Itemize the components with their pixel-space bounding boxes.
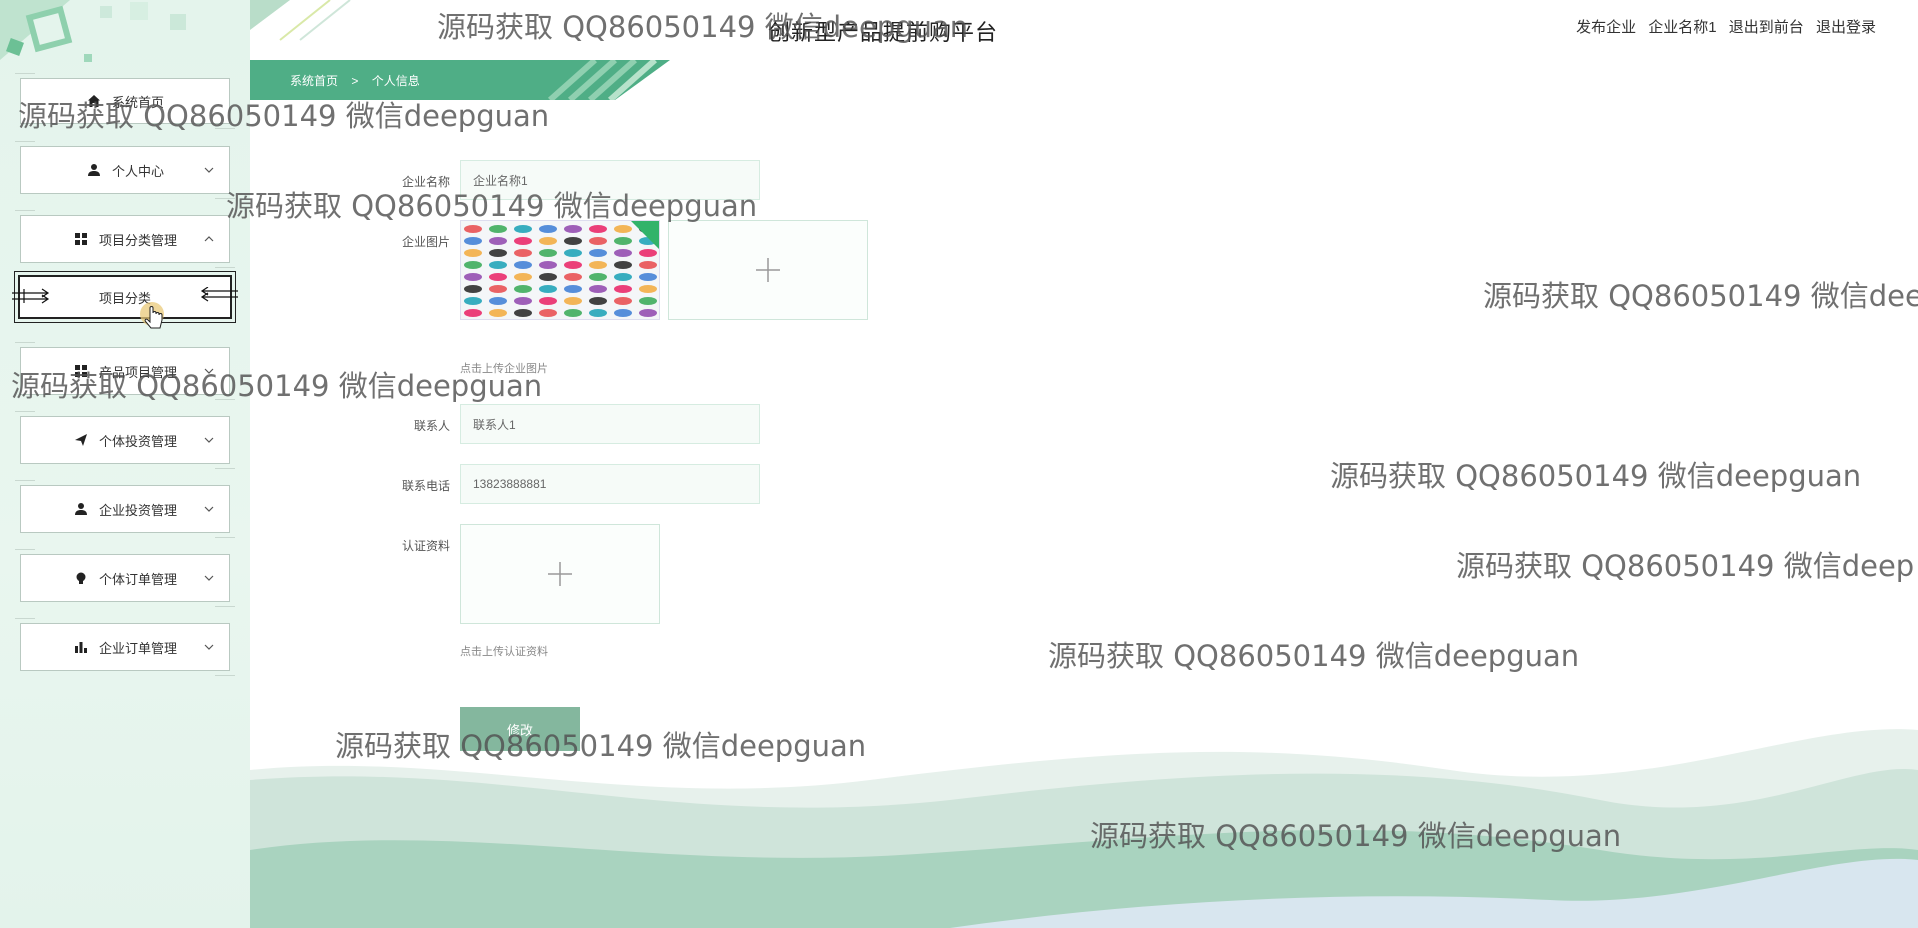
submit-button[interactable]: 修改 (460, 707, 580, 751)
chevron-down-icon (204, 437, 214, 443)
watermark: 源码获取 QQ86050149 微信deepguan (1048, 639, 1580, 673)
contact-input[interactable] (460, 404, 760, 444)
certification-hint: 点击上传认证资料 (460, 646, 548, 658)
plus-icon (756, 258, 780, 282)
user-icon (73, 501, 89, 517)
phone-input[interactable] (460, 464, 760, 504)
sidebar-item-label: 个人中心 (111, 163, 164, 179)
company-image-hint: 点击上传企业图片 (460, 363, 548, 375)
company-image-upload-button[interactable] (668, 220, 868, 320)
chevron-down-icon (204, 167, 214, 173)
top-bar: 创新型产品提前购平台 发布企业 企业名称1 退出到前台 退出登录 (250, 0, 1918, 55)
arrow-right-icon (12, 288, 50, 304)
chevron-down-icon (204, 644, 214, 650)
sidebar-item-label: 企业订单管理 (98, 640, 177, 656)
watermark: 源码获取 QQ86050149 微信dee (1483, 279, 1918, 313)
sidebar-item-individual-investment[interactable]: 个体投资管理 (15, 411, 235, 469)
sidebar-item-label: 个体投资管理 (98, 433, 177, 449)
arrow-left-icon (200, 287, 238, 302)
bulb-icon (73, 570, 89, 586)
header-stripes-decoration (250, 0, 351, 41)
breadcrumb-home[interactable]: 系统首页 (290, 74, 338, 88)
grid-icon (73, 231, 89, 247)
sidebar-menu: 系统首页 个人中心 项目分类管理 项目分类 产品项目管理 个体投资管理 企业投资… (12, 73, 238, 692)
sidebar-item-category-management[interactable]: 项目分类管理 (15, 210, 235, 268)
upload-success-badge (631, 221, 659, 249)
watermark: 源码获取 QQ86050149 微信deep (1456, 549, 1915, 583)
sidebar-item-enterprise-investment[interactable]: 企业投资管理 (15, 480, 235, 538)
sidebar-item-enterprise-orders[interactable]: 企业订单管理 (15, 618, 235, 676)
company-name-label: 企业名称 (401, 175, 450, 189)
sidebar-item-personal-center[interactable]: 个人中心 (15, 141, 235, 199)
grid-icon (73, 363, 89, 379)
chevron-up-icon (204, 236, 214, 242)
user-role: 发布企业 (1576, 19, 1637, 36)
user-links: 发布企业 企业名称1 退出到前台 退出登录 (1568, 16, 1876, 37)
hand-cursor-icon (140, 302, 164, 329)
username: 企业名称1 (1648, 19, 1717, 36)
certification-label: 认证资料 (401, 539, 450, 553)
company-image-label: 企业图片 (401, 235, 450, 249)
chevron-down-icon (204, 575, 214, 581)
watermark: 源码获取 QQ86050149 微信deepguan (1330, 459, 1862, 493)
sidebar-item-product-projects[interactable]: 产品项目管理 (15, 342, 235, 400)
sidebar-decoration (0, 0, 186, 62)
chevron-down-icon (204, 506, 214, 512)
user-icon (86, 162, 102, 178)
company-name-input[interactable] (460, 160, 760, 200)
sidebar-item-label: 系统首页 (111, 94, 164, 110)
sidebar-item-home[interactable]: 系统首页 (15, 73, 235, 129)
home-icon (86, 93, 102, 109)
sidebar-item-label: 企业投资管理 (98, 502, 177, 518)
certification-upload-button[interactable] (460, 524, 660, 624)
sidebar-subitem-category[interactable]: 项目分类 (12, 271, 238, 323)
bar-chart-icon (73, 639, 89, 655)
contact-label: 联系人 (413, 419, 450, 433)
sidebar: 系统首页 个人中心 项目分类管理 项目分类 产品项目管理 个体投资管理 企业投资… (0, 0, 250, 928)
breadcrumb-separator: > (351, 74, 359, 88)
plus-icon (548, 562, 572, 586)
breadcrumb-current: 个人信息 (371, 74, 420, 88)
chevron-down-icon (204, 368, 214, 374)
breadcrumb: 系统首页 > 个人信息 (290, 72, 430, 89)
sidebar-item-label: 个体订单管理 (98, 571, 177, 587)
platform-title: 创新型产品提前购平台 (768, 20, 999, 45)
exit-to-frontend-link[interactable]: 退出到前台 (1729, 19, 1804, 36)
sidebar-item-label: 产品项目管理 (98, 364, 177, 380)
sidebar-item-individual-orders[interactable]: 个体订单管理 (15, 549, 235, 607)
logout-link[interactable]: 退出登录 (1816, 19, 1876, 36)
sidebar-item-label: 项目分类管理 (98, 232, 177, 248)
company-image-thumbnail[interactable] (460, 220, 660, 320)
phone-label: 联系电话 (401, 479, 450, 493)
send-icon (73, 432, 89, 448)
